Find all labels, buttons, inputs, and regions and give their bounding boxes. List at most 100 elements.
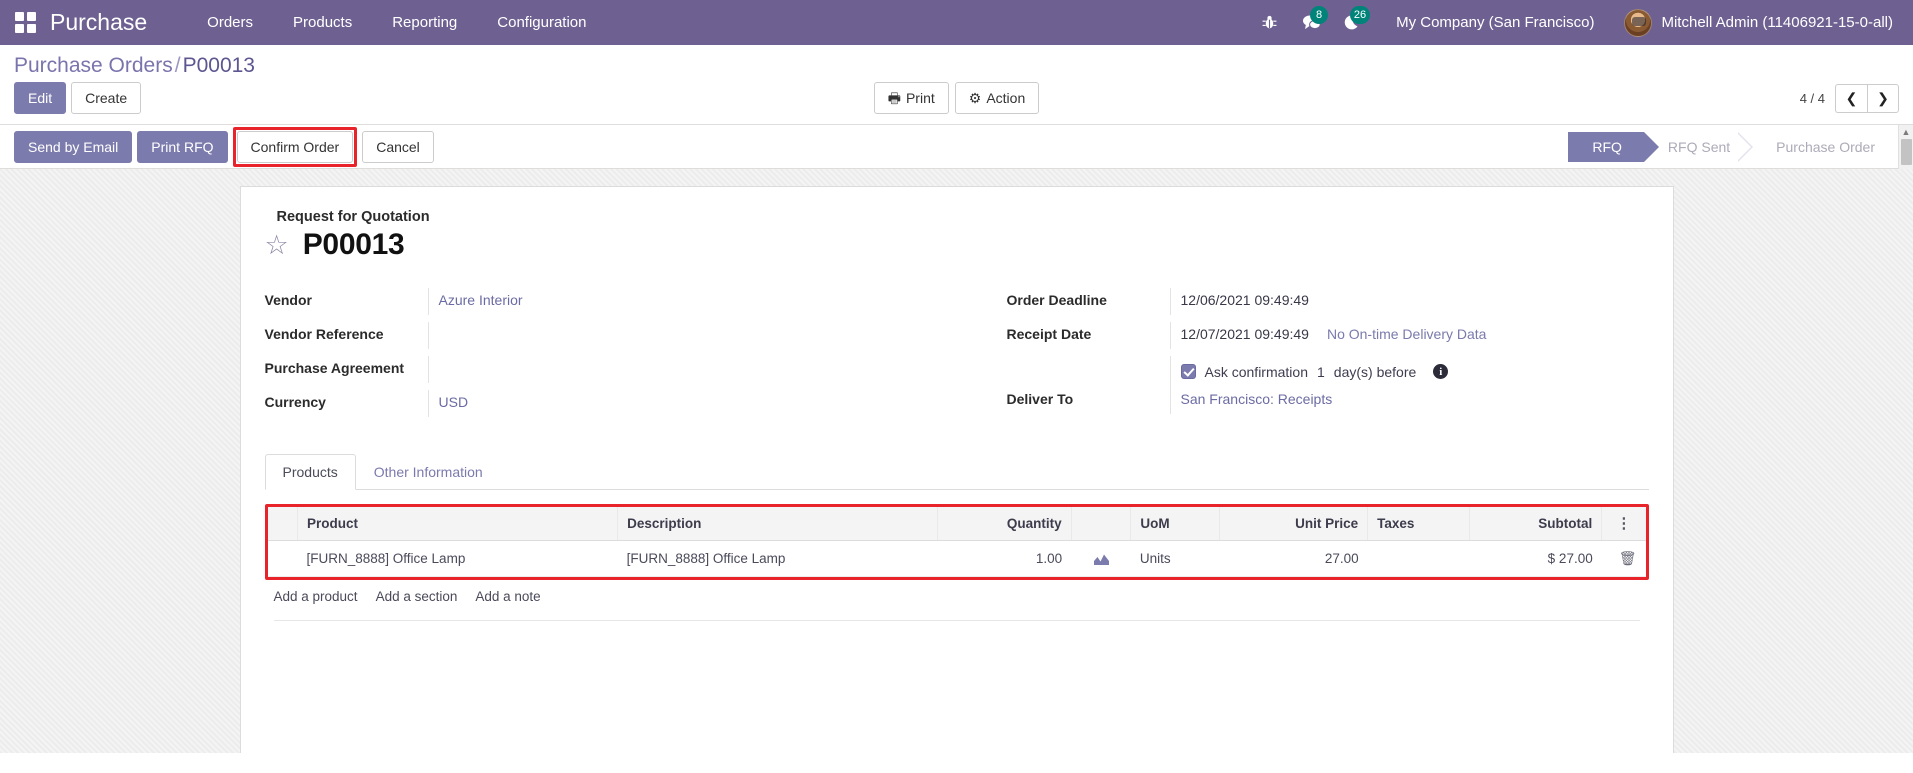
column-uom[interactable]: UoM <box>1131 507 1219 541</box>
cell-description[interactable]: [FURN_8888] Office Lamp <box>618 541 938 577</box>
field-order-deadline-value[interactable]: 12/06/2021 09:49:49 <box>1181 292 1309 308</box>
pager: 4 / 4 ❮ ❯ <box>1800 84 1899 113</box>
column-taxes[interactable]: Taxes <box>1368 507 1470 541</box>
menu-orders[interactable]: Orders <box>187 0 273 45</box>
confirm-order-button[interactable]: Confirm Order <box>237 131 354 163</box>
form-column-left: Vendor Azure Interior Vendor Reference P… <box>265 288 957 424</box>
vertical-scrollbar[interactable]: ▲ <box>1898 125 1913 169</box>
cell-quantity[interactable]: 1.00 <box>938 541 1072 577</box>
field-receipt-date-value[interactable]: 12/07/2021 09:49:49 <box>1181 326 1309 342</box>
activities-badge: 26 <box>1350 6 1370 24</box>
confirm-order-highlight: Confirm Order <box>233 127 358 167</box>
scroll-up-arrow-icon[interactable]: ▲ <box>1902 126 1911 138</box>
trash-icon[interactable]: 🗑 <box>1619 550 1637 566</box>
order-lines-body: [FURN_8888] Office Lamp [FURN_8888] Offi… <box>268 541 1646 577</box>
info-icon[interactable]: i <box>1433 364 1448 379</box>
favorite-star-icon[interactable]: ☆ <box>265 232 289 259</box>
field-purchase-agreement-label: Purchase Agreement <box>265 356 428 376</box>
field-vendor-reference-value[interactable] <box>428 322 927 349</box>
column-quantity[interactable]: Quantity <box>938 507 1072 541</box>
table-row[interactable]: [FURN_8888] Office Lamp [FURN_8888] Offi… <box>268 541 1646 577</box>
print-button-label: Print <box>906 90 935 106</box>
activities-clock-icon[interactable]: 26 <box>1332 0 1374 45</box>
pager-value: 4 / 4 <box>1800 91 1825 106</box>
breadcrumb-root-link[interactable]: Purchase Orders <box>14 54 173 77</box>
stage-rfq-sent[interactable]: RFQ Sent <box>1644 132 1752 162</box>
field-vendor-reference: Vendor Reference <box>265 322 927 355</box>
field-deliver-to-value[interactable]: San Francisco: Receipts <box>1170 387 1619 414</box>
messages-badge: 8 <box>1310 6 1328 24</box>
bug-icon[interactable] <box>1248 0 1290 45</box>
vertical-dots-icon: ⋮ <box>1616 515 1631 532</box>
add-a-section-link[interactable]: Add a section <box>376 589 458 604</box>
cell-forecast[interactable] <box>1071 541 1131 577</box>
column-subtotal[interactable]: Subtotal <box>1470 507 1602 541</box>
lines-bottom-divider <box>274 620 1640 621</box>
cell-delete[interactable]: 🗑 <box>1602 541 1646 577</box>
menu-products[interactable]: Products <box>273 0 372 45</box>
field-receipt-date-label: Receipt Date <box>1007 322 1170 342</box>
breadcrumb-separator: / <box>173 54 183 77</box>
control-panel: Purchase Orders/P00013 Edit Create 🖶Prin… <box>0 45 1913 125</box>
form-sheet: Request for Quotation ☆ P00013 Vendor Az… <box>240 186 1674 753</box>
apps-menu-toggle[interactable] <box>0 0 50 45</box>
avatar <box>1624 9 1652 37</box>
pager-previous-button[interactable]: ❮ <box>1835 84 1867 113</box>
scrollbar-thumb[interactable] <box>1901 139 1912 165</box>
action-button-label: Action <box>986 90 1025 106</box>
create-button[interactable]: Create <box>71 82 141 114</box>
add-a-product-link[interactable]: Add a product <box>274 589 358 604</box>
cell-unit-price[interactable]: 27.00 <box>1219 541 1367 577</box>
ask-confirmation-checkbox[interactable] <box>1181 364 1196 379</box>
on-time-delivery-link[interactable]: No On-time Delivery Data <box>1327 326 1487 342</box>
control-panel-center-group: 🖶 Print ⚙Action <box>14 82 1899 114</box>
record-actions-group: Edit Create <box>14 82 141 114</box>
tab-products[interactable]: Products <box>265 454 356 490</box>
reminder-days-suffix: day(s) before <box>1334 364 1416 380</box>
form-column-right: Order Deadline 12/06/2021 09:49:49 Recei… <box>957 288 1649 424</box>
cell-taxes[interactable] <box>1368 541 1470 577</box>
menu-reporting[interactable]: Reporting <box>372 0 477 45</box>
field-order-deadline: Order Deadline 12/06/2021 09:49:49 <box>1007 288 1619 321</box>
table-header-row: Product Description Quantity UoM Unit Pr… <box>268 507 1646 541</box>
company-switcher[interactable]: My Company (San Francisco) <box>1374 14 1610 31</box>
field-currency-value[interactable]: USD <box>428 390 927 417</box>
send-by-email-button[interactable]: Send by Email <box>14 131 132 163</box>
cell-uom[interactable]: Units <box>1131 541 1219 577</box>
order-lines-table: Product Description Quantity UoM Unit Pr… <box>268 507 1646 577</box>
stage-purchase-order[interactable]: Purchase Order <box>1752 132 1897 162</box>
app-brand-purchase[interactable]: Purchase <box>50 9 187 36</box>
menu-configuration[interactable]: Configuration <box>477 0 606 45</box>
field-vendor: Vendor Azure Interior <box>265 288 927 321</box>
optional-columns-toggle[interactable]: ⋮ <box>1602 507 1646 541</box>
status-action-bar: Send by Email Print RFQ Confirm Order Ca… <box>0 125 1913 169</box>
print-button[interactable]: 🖶 Print <box>874 82 949 114</box>
page-title: P00013 <box>303 228 405 262</box>
reminder-days-value[interactable]: 1 <box>1317 364 1325 380</box>
action-button[interactable]: ⚙Action <box>955 82 1039 114</box>
field-purchase-agreement: Purchase Agreement <box>265 356 927 389</box>
tab-other-information[interactable]: Other Information <box>356 454 501 490</box>
field-vendor-value[interactable]: Azure Interior <box>428 288 927 315</box>
field-deliver-to: Deliver To San Francisco: Receipts <box>1007 387 1619 420</box>
field-purchase-agreement-value[interactable] <box>428 356 927 383</box>
add-a-note-link[interactable]: Add a note <box>475 589 540 604</box>
print-rfq-button[interactable]: Print RFQ <box>137 131 227 163</box>
user-name-label: Mitchell Admin (11406921-15-0-all) <box>1661 14 1893 31</box>
cell-product[interactable]: [FURN_8888] Office Lamp <box>298 541 618 577</box>
area-chart-icon <box>1094 553 1109 566</box>
column-unit-price[interactable]: Unit Price <box>1219 507 1367 541</box>
edit-button[interactable]: Edit <box>14 82 66 114</box>
user-menu[interactable]: Mitchell Admin (11406921-15-0-all) <box>1610 0 1905 45</box>
reminder-row: Ask confirmation 1 day(s) before i <box>1170 356 1619 387</box>
pager-next-button[interactable]: ❯ <box>1867 84 1899 113</box>
messages-icon[interactable]: 8 <box>1290 0 1332 45</box>
stage-rfq[interactable]: RFQ <box>1568 132 1644 162</box>
cancel-button[interactable]: Cancel <box>362 131 434 163</box>
field-vendor-reference-label: Vendor Reference <box>265 322 428 342</box>
column-description[interactable]: Description <box>618 507 938 541</box>
row-drag-handle[interactable] <box>268 541 298 577</box>
order-lines-header: Product Description Quantity UoM Unit Pr… <box>268 507 1646 541</box>
column-product[interactable]: Product <box>298 507 618 541</box>
printer-icon: 🖶 <box>888 90 901 106</box>
